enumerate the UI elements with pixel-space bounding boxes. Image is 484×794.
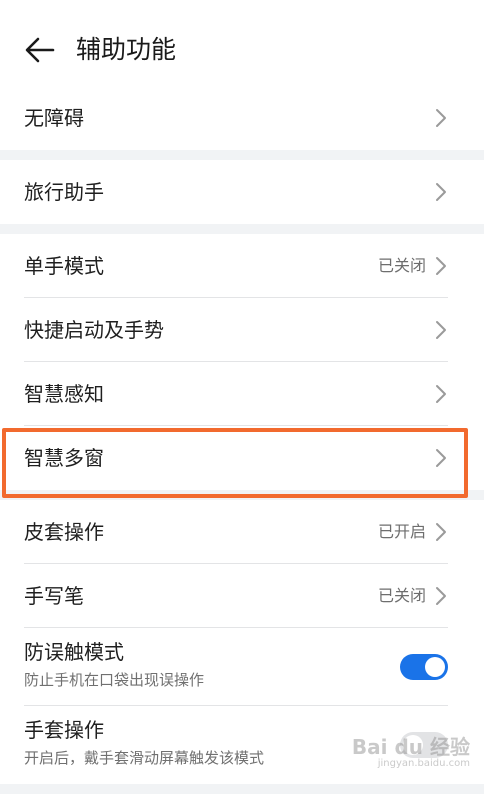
settings-row-stylus[interactable]: 手写笔 已关闭 <box>0 564 484 628</box>
row-label: 皮套操作 <box>24 520 104 544</box>
row-label: 旅行助手 <box>24 180 104 204</box>
chevron-right-icon <box>436 587 446 605</box>
settings-group-accessibility: 无障碍 <box>0 86 484 150</box>
row-status: 已关闭 <box>377 586 426 605</box>
row-subtitle: 防止手机在口袋出现误操作 <box>24 671 205 689</box>
chevron-right-icon <box>436 109 446 127</box>
settings-group-gestures: 单手模式 已关闭 快捷启动及手势 智慧感知 智慧多窗 <box>0 234 484 490</box>
settings-row-smart-multi-window[interactable]: 智慧多窗 <box>0 426 484 490</box>
row-label: 智慧多窗 <box>24 446 104 470</box>
baidu-watermark: Bai du 经验 jingyan.baidu.com <box>352 736 470 770</box>
settings-row-accessibility[interactable]: 无障碍 <box>0 86 484 150</box>
watermark-sub: jingyan.baidu.com <box>377 758 470 769</box>
settings-row-one-hand-mode[interactable]: 单手模式 已关闭 <box>0 234 484 298</box>
settings-row-smart-sensing[interactable]: 智慧感知 <box>0 362 484 426</box>
toggle-knob <box>425 657 445 677</box>
row-label: 无障碍 <box>24 106 84 130</box>
settings-group-travel: 旅行助手 <box>0 160 484 224</box>
row-label: 手写笔 <box>24 584 84 608</box>
row-subtitle: 开启后，戴手套滑动屏幕触发该模式 <box>24 749 265 767</box>
chevron-right-icon <box>436 385 446 403</box>
accidental-touch-toggle[interactable] <box>400 654 448 680</box>
row-label: 单手模式 <box>24 254 104 278</box>
row-label: 智慧感知 <box>24 382 104 406</box>
chevron-right-icon <box>436 257 446 275</box>
settings-row-travel-assistant[interactable]: 旅行助手 <box>0 160 484 224</box>
chevron-right-icon <box>436 321 446 339</box>
chevron-right-icon <box>436 523 446 541</box>
chevron-right-icon <box>436 183 446 201</box>
chevron-right-icon <box>436 449 446 467</box>
arrow-left-icon <box>25 37 55 63</box>
settings-row-cover-operation[interactable]: 皮套操作 已开启 <box>0 500 484 564</box>
row-label: 防误触模式 <box>24 640 124 664</box>
back-button[interactable] <box>20 30 60 70</box>
row-label: 快捷启动及手势 <box>24 318 164 342</box>
settings-row-shortcuts-gestures[interactable]: 快捷启动及手势 <box>0 298 484 362</box>
page-title: 辅助功能 <box>76 35 177 64</box>
settings-row-accidental-touch: 防误触模式 防止手机在口袋出现误操作 <box>0 628 484 706</box>
row-label: 手套操作 <box>24 718 104 742</box>
row-status: 已开启 <box>377 522 426 541</box>
app-header: 辅助功能 <box>0 0 484 100</box>
watermark-main: Bai du 经验 <box>351 735 470 759</box>
row-status: 已关闭 <box>377 256 426 275</box>
